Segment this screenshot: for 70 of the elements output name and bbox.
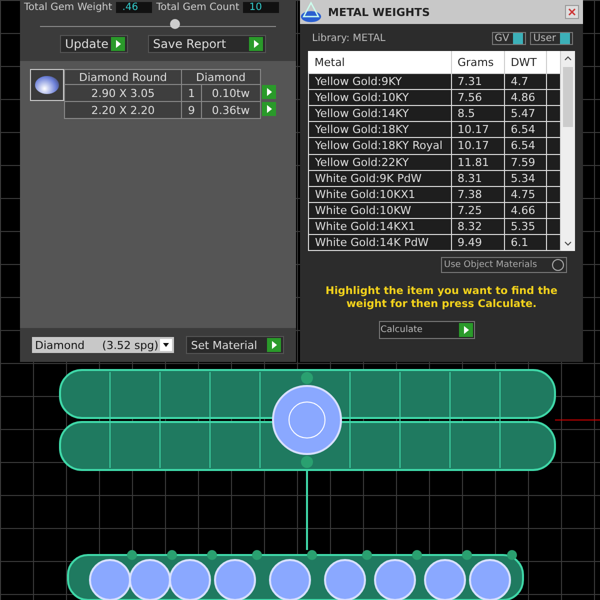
- column-header: Diamond: [181, 70, 260, 85]
- set-material-button[interactable]: Set Material: [186, 336, 284, 354]
- gem-thumbnail-icon: [30, 69, 64, 102]
- table-cell: White Gold:9K PdW: [308, 170, 451, 186]
- table-cell: Yellow Gold:9KY: [308, 74, 451, 90]
- material-dropdown[interactable]: Diamond (3.52 spg): [32, 337, 174, 353]
- table-cell: 5.47: [504, 106, 546, 122]
- play-icon[interactable]: [262, 84, 276, 99]
- total-value: 10: [243, 2, 280, 13]
- column-header: Metal: [308, 51, 451, 74]
- library-label: Library: METAL: [312, 33, 386, 44]
- column-header: Grams: [451, 51, 504, 74]
- table-cell: 4.86: [504, 90, 546, 106]
- table-cell: 11.81: [451, 154, 504, 170]
- table-cell: 7.38: [451, 186, 504, 202]
- total-value: .46: [116, 2, 152, 13]
- close-icon[interactable]: [565, 5, 579, 19]
- table-cell: 2.90 X 3.05: [64, 84, 182, 102]
- table-cell: White Gold:10KX1: [308, 186, 451, 202]
- table-cell: 2.20 X 2.20: [64, 102, 182, 119]
- table-cell: 4.75: [504, 186, 546, 202]
- source-dropdown[interactable]: Use Object Materials: [441, 257, 567, 273]
- table-cell: Yellow Gold:14KY: [308, 106, 451, 122]
- table-cell: 10.17: [451, 138, 504, 154]
- table-cell: 4.7: [504, 74, 546, 90]
- table-cell: 8.5: [451, 106, 504, 122]
- window-title: METAL WEIGHTS: [328, 6, 431, 18]
- scrollbar[interactable]: [561, 51, 575, 251]
- table-cell: 8.31: [451, 170, 504, 186]
- table-cell: White Gold:14KX1: [308, 218, 451, 234]
- table-cell: White Gold:10KW: [308, 202, 451, 218]
- instruction-text: Highlight the item you want to find the weight for then press Calculate.: [324, 285, 558, 311]
- table-cell: Yellow Gold:18KY: [308, 122, 451, 138]
- table-cell: Yellow Gold:18KY Royal: [308, 138, 451, 154]
- table-cell: 7.31: [451, 74, 504, 90]
- collapse-handle-icon[interactable]: [170, 19, 180, 29]
- table-cell: 6.54: [504, 138, 546, 154]
- table-cell: 4.66: [504, 202, 546, 218]
- play-icon[interactable]: [262, 102, 276, 116]
- table-cell: 6.54: [504, 122, 546, 138]
- total-label: Total Gem Count: [156, 2, 240, 13]
- column-header: DWT: [504, 51, 546, 74]
- column-header: Diamond Round: [64, 70, 182, 85]
- table-cell: 5.35: [504, 218, 546, 234]
- toggle-switch[interactable]: GV: [492, 32, 526, 45]
- table-cell: 0.10tw: [202, 84, 260, 102]
- table-cell: Yellow Gold:22KY: [308, 154, 451, 170]
- play-icon: [267, 338, 281, 352]
- radio-icon: [552, 259, 564, 271]
- action-button[interactable]: Update: [60, 35, 128, 54]
- toggle-switch[interactable]: User: [530, 32, 573, 45]
- action-button[interactable]: Save Report: [148, 35, 266, 54]
- table-cell: 0.36tw: [202, 102, 260, 119]
- total-label: Total Gem Weight: [24, 2, 112, 13]
- table-cell: 5.34: [504, 170, 546, 186]
- play-icon: [111, 37, 125, 52]
- cone-icon: [300, 1, 322, 23]
- table-cell: 9.49: [451, 234, 504, 250]
- table-cell: White Gold:14K PdW: [308, 234, 451, 250]
- calculate-dropdown[interactable]: Calculate: [378, 321, 474, 339]
- table-cell: Yellow Gold:10KY: [308, 90, 451, 106]
- table-cell: 8.32: [451, 218, 504, 234]
- play-icon: [249, 37, 263, 52]
- table-cell: 7.59: [504, 154, 546, 170]
- table-cell: 10.17: [451, 122, 504, 138]
- caret-icon: [160, 339, 172, 351]
- play-icon: [458, 323, 472, 337]
- table-cell: 7.56: [451, 90, 504, 106]
- table-cell: 7.25: [451, 202, 504, 218]
- table-cell: 6.1: [504, 234, 546, 250]
